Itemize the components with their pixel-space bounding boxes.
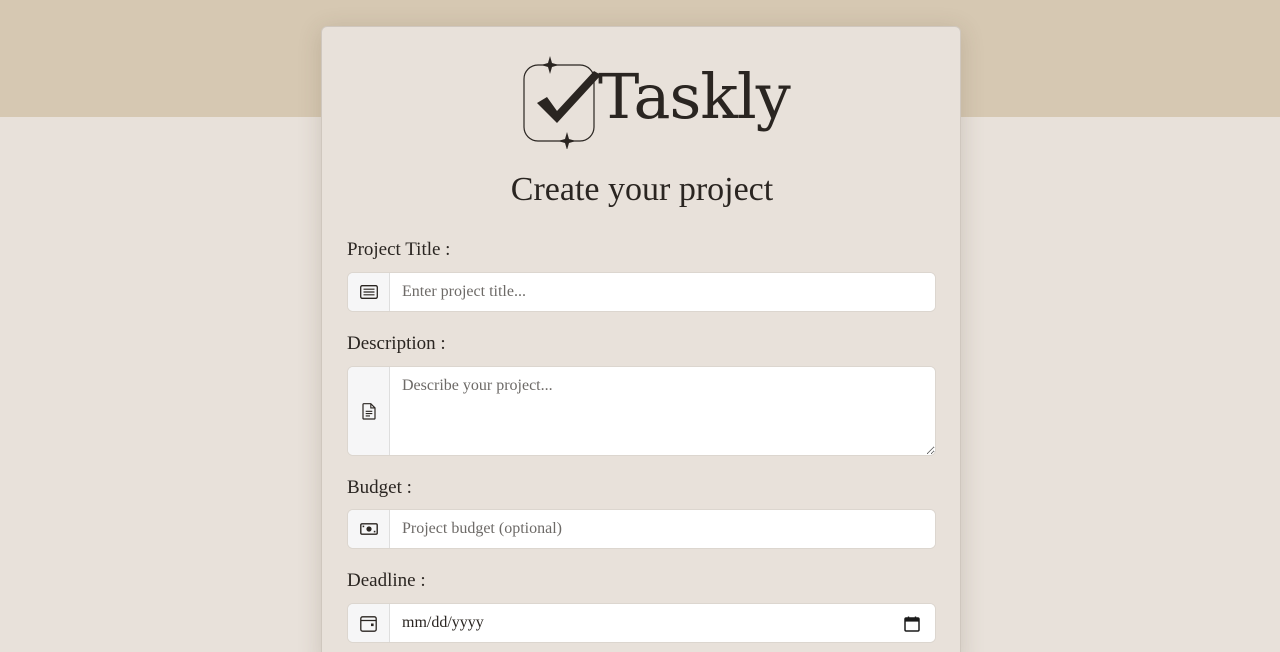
checkmark-logo-icon xyxy=(523,56,601,149)
text-lines-icon xyxy=(359,285,378,299)
budget-addon xyxy=(348,510,390,548)
deadline-addon xyxy=(348,604,390,642)
project-title-input[interactable] xyxy=(390,273,935,311)
budget-label: Budget : xyxy=(347,477,412,498)
deadline-date-input[interactable]: mm/dd/yyyy xyxy=(390,604,935,642)
document-icon xyxy=(361,402,376,420)
budget-input[interactable] xyxy=(390,510,935,548)
budget-group xyxy=(347,509,936,549)
page-title: Create your project xyxy=(510,171,774,208)
project-title-label: Project Title : xyxy=(347,239,451,260)
cash-icon xyxy=(359,523,378,535)
deadline-date-value: mm/dd/yyyy xyxy=(402,614,484,631)
brand-name: Taskly xyxy=(598,60,791,133)
description-group xyxy=(347,366,936,456)
create-project-card: Taskly Create your project Project Title… xyxy=(321,26,961,652)
description-textarea[interactable] xyxy=(390,367,935,455)
description-label: Description : xyxy=(347,333,446,354)
deadline-label: Deadline : xyxy=(347,570,426,591)
brand-logo: Taskly xyxy=(522,53,791,149)
calendar-icon xyxy=(360,615,377,632)
description-addon xyxy=(348,367,390,455)
project-title-addon xyxy=(348,273,390,311)
project-title-group xyxy=(347,272,936,312)
deadline-group: mm/dd/yyyy xyxy=(347,603,936,643)
calendar-picker-icon[interactable] xyxy=(904,616,920,632)
